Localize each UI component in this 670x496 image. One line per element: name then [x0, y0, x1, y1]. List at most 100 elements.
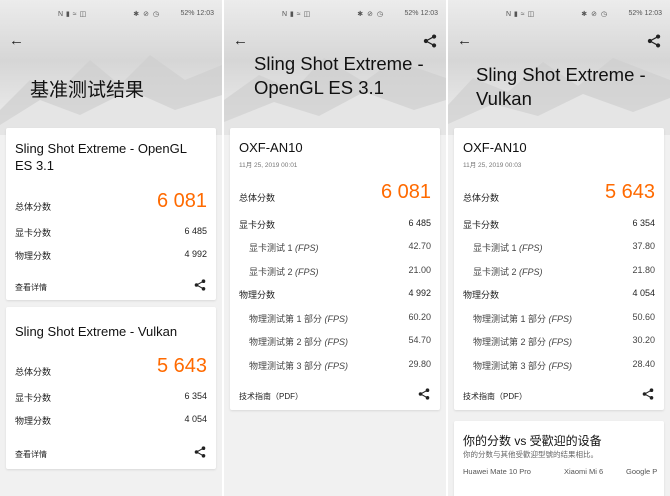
physics-test-3-row: 物理测试第 3 部分 (FPS) 28.40	[463, 359, 655, 373]
page-title: Sling Shot Extreme - OpenGL ES 3.1	[254, 53, 424, 98]
share-icon[interactable]	[194, 279, 206, 291]
fps-unit: (FPS)	[295, 243, 319, 253]
physics-test-2-row: 物理测试第 2 部分 (FPS) 54.70	[239, 335, 431, 349]
total-score-value: 6 081	[380, 181, 431, 203]
clock: 12:03	[644, 10, 662, 17]
gpu-score-value: 6 354	[184, 391, 207, 401]
physics-score-row: 物理分数 4 992	[239, 288, 431, 302]
battery-level: 52%	[180, 10, 195, 17]
comparison-card: 你的分数 vs 受歡迎的设备 你的分数与其他受歡迎型號的结果相比。 Huawei…	[454, 421, 664, 496]
graphics-test-2-value: 21.00	[408, 265, 431, 275]
page-title: Sling Shot Extreme - Vulkan	[476, 64, 646, 109]
comparison-device[interactable]: Google P	[626, 467, 657, 476]
bluetooth-icon: ✱ ⊘ ◷	[133, 11, 160, 18]
share-icon[interactable]	[423, 34, 437, 48]
benchmark-name: Sling Shot Extreme - Vulkan	[15, 324, 178, 339]
physics-score-row: 物理分数 4 054	[463, 288, 655, 302]
device-name: OXF-AN10	[463, 140, 527, 155]
gpu-score-label: 显卡分数	[15, 393, 52, 403]
screen-results-summary: N ▮ ≈ ◫ ✱ ⊘ ◷ 52% 12:03 ← 基准测试结果 Sling S…	[0, 0, 222, 496]
physics-test-1-row: 物理测试第 1 部分 (FPS) 50.60	[463, 312, 655, 326]
technical-guide-link[interactable]: 技术指南（PDF）	[463, 391, 527, 402]
comparison-device[interactable]: Xiaomi Mi 6	[564, 467, 603, 476]
gpu-score-label: 显卡分数	[15, 228, 52, 238]
gpu-score-row: 显卡分数 6 485	[15, 226, 207, 240]
fps-unit: (FPS)	[548, 361, 573, 371]
graphics-test-1-label: 显卡测试 1	[473, 243, 517, 253]
clock: 12:03	[196, 10, 214, 17]
hero-banner: N ▮ ≈ ◫ ✱ ⊘ ◷ 52% 12:03 ← Sling Shot Ext…	[448, 0, 670, 135]
battery-level: 52%	[404, 10, 419, 17]
physics-test-1-label: 物理测试第 1 部分	[473, 314, 547, 324]
physics-test-2-label: 物理测试第 2 部分	[249, 337, 323, 347]
share-icon[interactable]	[642, 388, 654, 400]
share-icon[interactable]	[647, 34, 661, 48]
fps-unit: (FPS)	[548, 337, 573, 347]
physics-test-3-value: 29.80	[408, 359, 431, 369]
total-score-label: 总体分数	[15, 367, 52, 377]
physics-test-1-label: 物理测试第 1 部分	[249, 314, 323, 324]
clock: 12:03	[420, 10, 438, 17]
physics-test-3-value: 28.40	[632, 359, 655, 369]
fps-unit: (FPS)	[519, 267, 543, 277]
fps-unit: (FPS)	[548, 314, 573, 324]
signal-icons: N ▮ ≈ ◫	[506, 11, 535, 18]
graphics-test-2-value: 21.80	[632, 265, 655, 275]
fps-unit: (FPS)	[519, 243, 543, 253]
fps-unit: (FPS)	[324, 361, 349, 371]
fps-unit: (FPS)	[324, 337, 349, 347]
physics-score-label: 物理分数	[463, 290, 500, 300]
result-detail-card: OXF-AN10 11月 25, 2019 00:03 总体分数 5 643 显…	[454, 128, 664, 410]
comparison-title: 你的分数 vs 受歡迎的设备	[463, 434, 602, 448]
gpu-score-label: 显卡分数	[463, 220, 500, 230]
physics-test-2-value: 30.20	[632, 335, 655, 345]
technical-guide-link[interactable]: 技术指南（PDF）	[239, 391, 303, 402]
gpu-score-row: 显卡分数 6 485	[239, 218, 431, 232]
result-card-opengl[interactable]: Sling Shot Extreme - OpenGL ES 3.1 总体分数 …	[6, 128, 216, 300]
graphics-test-1-label: 显卡测试 1	[249, 243, 293, 253]
physics-score-value: 4 992	[408, 288, 431, 298]
physics-score-row: 物理分数 4 992	[15, 249, 207, 263]
graphics-test-1-row: 显卡测试 1 (FPS) 42.70	[239, 241, 431, 255]
total-score-value: 6 081	[156, 190, 207, 212]
test-date: 11月 25, 2019 00:01	[239, 162, 298, 169]
physics-test-3-label: 物理测试第 3 部分	[473, 361, 547, 371]
total-score-label: 总体分数	[463, 193, 500, 203]
physics-score-value: 4 054	[632, 288, 655, 298]
physics-score-value: 4 054	[184, 414, 207, 424]
total-score-value: 5 643	[604, 181, 655, 203]
view-details-link[interactable]: 查看详情	[15, 449, 47, 460]
bluetooth-icon: ✱ ⊘ ◷	[581, 11, 608, 18]
back-arrow-icon[interactable]: ←	[233, 33, 249, 49]
gpu-score-row: 显卡分数 6 354	[463, 218, 655, 232]
graphics-test-1-row: 显卡测试 1 (FPS) 37.80	[463, 241, 655, 255]
physics-test-1-row: 物理测试第 1 部分 (FPS) 60.20	[239, 312, 431, 326]
back-arrow-icon[interactable]: ←	[9, 33, 25, 49]
share-icon[interactable]	[194, 446, 206, 458]
comparison-device[interactable]: Huawei Mate 10 Pro	[463, 467, 531, 476]
graphics-test-2-label: 显卡测试 2	[473, 267, 517, 277]
graphics-test-1-value: 42.70	[408, 241, 431, 251]
graphics-test-2-row: 显卡测试 2 (FPS) 21.80	[463, 265, 655, 279]
fps-unit: (FPS)	[295, 267, 319, 277]
physics-test-2-label: 物理测试第 2 部分	[473, 337, 547, 347]
graphics-test-2-label: 显卡测试 2	[249, 267, 293, 277]
signal-icons: N ▮ ≈ ◫	[58, 11, 87, 18]
result-card-vulkan[interactable]: Sling Shot Extreme - Vulkan 总体分数 5 643 显…	[6, 307, 216, 469]
view-details-link[interactable]: 查看详情	[15, 282, 47, 293]
graphics-test-2-row: 显卡测试 2 (FPS) 21.00	[239, 265, 431, 279]
bluetooth-icon: ✱ ⊘ ◷	[357, 11, 384, 18]
physics-test-2-row: 物理测试第 2 部分 (FPS) 30.20	[463, 335, 655, 349]
gpu-score-value: 6 485	[408, 218, 431, 228]
gpu-score-row: 显卡分数 6 354	[15, 391, 207, 405]
physics-score-row: 物理分数 4 054	[15, 414, 207, 428]
physics-score-label: 物理分数	[15, 416, 52, 426]
share-icon[interactable]	[418, 388, 430, 400]
comparison-description: 你的分数与其他受歡迎型號的结果相比。	[463, 450, 598, 459]
gpu-score-label: 显卡分数	[239, 220, 276, 230]
battery-level: 52%	[628, 10, 643, 17]
back-arrow-icon[interactable]: ←	[457, 33, 473, 49]
signal-icons: N ▮ ≈ ◫	[282, 11, 311, 18]
hero-banner: N ▮ ≈ ◫ ✱ ⊘ ◷ 52% 12:03 ← Sling Shot Ext…	[224, 0, 446, 135]
physics-score-label: 物理分数	[15, 251, 52, 261]
